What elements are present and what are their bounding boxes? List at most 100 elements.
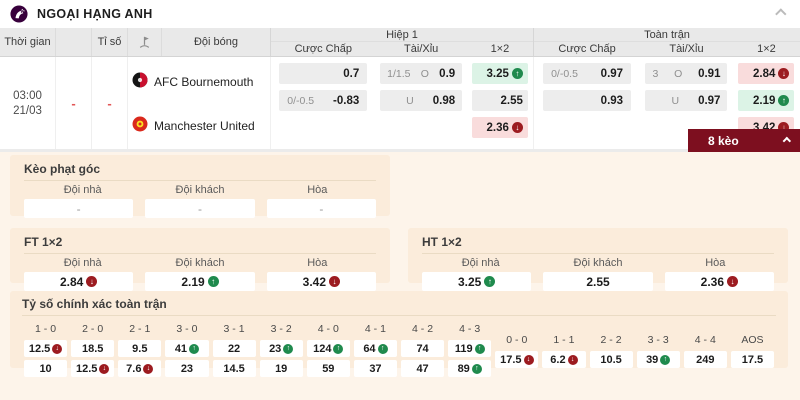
fulltime-overunder-odds[interactable]: U0.97 [645,90,727,111]
odds-value: -0.83 [333,95,359,107]
exact-score-column: 3 - 041↑23 [163,319,210,377]
fulltime-1x2-odds[interactable]: 2.84↓ [738,63,794,84]
half1-1x2-odds[interactable]: 3.25↑ [472,63,528,84]
half1-handicap-odds[interactable]: 0.7 [279,63,367,84]
goal-line: 1/1.5 [387,68,410,80]
over-under-side: O [674,68,682,80]
odds-value: 2.55 [501,95,523,107]
exact-score-odds-box[interactable]: 18.5 [71,340,114,357]
half1-1x2-odds[interactable]: 2.36↓ [472,117,528,138]
kickoff-date: 21/03 [13,105,42,117]
ft-odds-box[interactable]: 2.19↑ [145,272,254,291]
odds-value: 2.84 [753,68,775,80]
over-under-side: O [421,68,429,80]
score-label: 4 - 2 [412,323,433,335]
col-away-label: Đội khách [141,257,258,269]
trend-up-icon: ↑ [512,68,523,79]
collapse-widget-button[interactable] [768,4,788,24]
column-header-1x2-ft: 1×2 [733,43,800,55]
ht-odds-box[interactable]: 3.25↑ [422,272,531,291]
exact-score-odds-box[interactable]: 23 [165,360,208,377]
away-team[interactable]: Manchester United [132,104,270,148]
column-header-score: Tỉ số [92,28,128,56]
ht-odds-box[interactable]: 2.55 [543,272,652,291]
panel-title-corners: Kèo phạt góc [24,162,376,181]
exact-score-odds-box[interactable]: 7.6↓ [118,360,161,377]
col-away-label: Đội khách [141,184,258,196]
trend-up-icon: ↑ [208,276,219,287]
trend-up-icon: ↑ [283,344,293,354]
odds-value: 0.93 [601,95,623,107]
exact-score-column-draw: 3 - 339↑ [635,319,682,377]
odds-value: 12.5 [76,363,97,375]
panel-title-ht: HT 1×2 [422,235,774,254]
trend-up-icon: ↑ [333,344,343,354]
exact-score-odds-box[interactable]: 22 [213,340,256,357]
exact-score-odds-box[interactable]: 119↑ [448,340,491,357]
trend-down-icon: ↓ [329,276,340,287]
column-header-handicap-h1: Cược Chấp [271,43,376,55]
corner-odds-box[interactable]: - [145,199,254,218]
half1-handicap-odds[interactable]: 0/-0.5-0.83 [279,90,367,111]
exact-score-column: 4 - 164↑37 [352,319,399,377]
odds-value: 0.91 [698,68,720,80]
exact-score-odds-box[interactable]: 59 [307,360,350,377]
col-home-label: Đội nhà [24,184,141,196]
exact-score-odds-box[interactable]: 39↑ [637,351,680,368]
odds-value: 37 [369,363,381,375]
exact-score-odds-box[interactable]: 9.5 [118,340,161,357]
score-label: 2 - 2 [601,334,622,346]
exact-score-odds-box[interactable]: 41↑ [165,340,208,357]
odds-value: 22 [228,343,240,355]
trend-down-icon: ↓ [52,344,62,354]
exact-score-odds-box[interactable]: 64↑ [354,340,397,357]
corner-placeholder: - [92,57,128,149]
ft-odds-box[interactable]: 3.42↓ [267,272,376,291]
exact-score-odds-box[interactable]: 10.5 [590,351,633,368]
trend-down-icon: ↓ [86,276,97,287]
ht-odds-values: 3.25↑ 2.55 2.36↓ [422,272,774,291]
exact-score-column-draw: 0 - 017.5↓ [493,319,540,377]
col-away-label: Đội khách [539,257,656,269]
match-row: 03:00 21/03 - - AFC Bournemouth [0,57,800,152]
exact-score-odds-box[interactable]: 47 [401,360,444,377]
exact-score-odds-box[interactable]: 37 [354,360,397,377]
fulltime-overunder-odds[interactable]: 3O0.91 [645,63,727,84]
odds-value: 23 [181,363,193,375]
more-bets-button[interactable]: 8 kèo [688,129,800,152]
fulltime-1x2-odds[interactable]: 2.19↑ [738,90,794,111]
exact-score-odds-box[interactable]: 74 [401,340,444,357]
odds-value: 2.84 [60,275,83,289]
half1-overunder-odds[interactable]: 1/1.5O0.9 [380,63,462,84]
exact-score-column: 2 - 1 9.5 7.6↓ [116,319,163,377]
half1-1x2-odds[interactable]: 2.55 [472,90,528,111]
exact-score-odds-box[interactable]: 12.5↓ [24,340,67,357]
exact-score-odds-box[interactable]: 89↑ [448,360,491,377]
score-label: 2 - 1 [129,323,150,335]
exact-score-odds-box[interactable]: 12.5↓ [71,360,114,377]
ft-odds-box[interactable]: 2.84↓ [24,272,133,291]
odds-value: 17.5 [500,354,521,366]
panel-column-headers: Đội nhà Đội khách Hòa [24,257,376,269]
col-draw-label: Hòa [259,184,376,196]
exact-score-odds-box[interactable]: 17.5↓ [495,351,538,368]
corner-odds-box[interactable]: - [24,199,133,218]
fulltime-handicap-odds[interactable]: 0.93 [543,90,631,111]
odds-value: 9.5 [132,343,147,355]
ht-odds-box[interactable]: 2.36↓ [665,272,774,291]
exact-score-odds-box[interactable]: 249 [684,351,727,368]
exact-score-odds-box[interactable]: 19 [260,360,303,377]
exact-score-odds-box[interactable]: 14.5 [213,360,256,377]
home-team[interactable]: AFC Bournemouth [132,60,270,104]
odds-value: 7.6 [126,363,141,375]
half1-overunder-odds[interactable]: U0.98 [380,90,462,111]
exact-score-odds-box[interactable]: 23↑ [260,340,303,357]
fulltime-handicap-odds[interactable]: 0/-0.50.97 [543,63,631,84]
trend-up-icon: ↑ [484,276,495,287]
corner-odds-box[interactable]: - [267,199,376,218]
exact-score-odds-box[interactable]: 17.5 [731,351,774,368]
col-home-label: Đội nhà [422,257,539,269]
exact-score-odds-box[interactable]: 124↑ [307,340,350,357]
exact-score-odds-box[interactable]: 10 [24,360,67,377]
exact-score-odds-box[interactable]: 6.2↓ [542,351,585,368]
